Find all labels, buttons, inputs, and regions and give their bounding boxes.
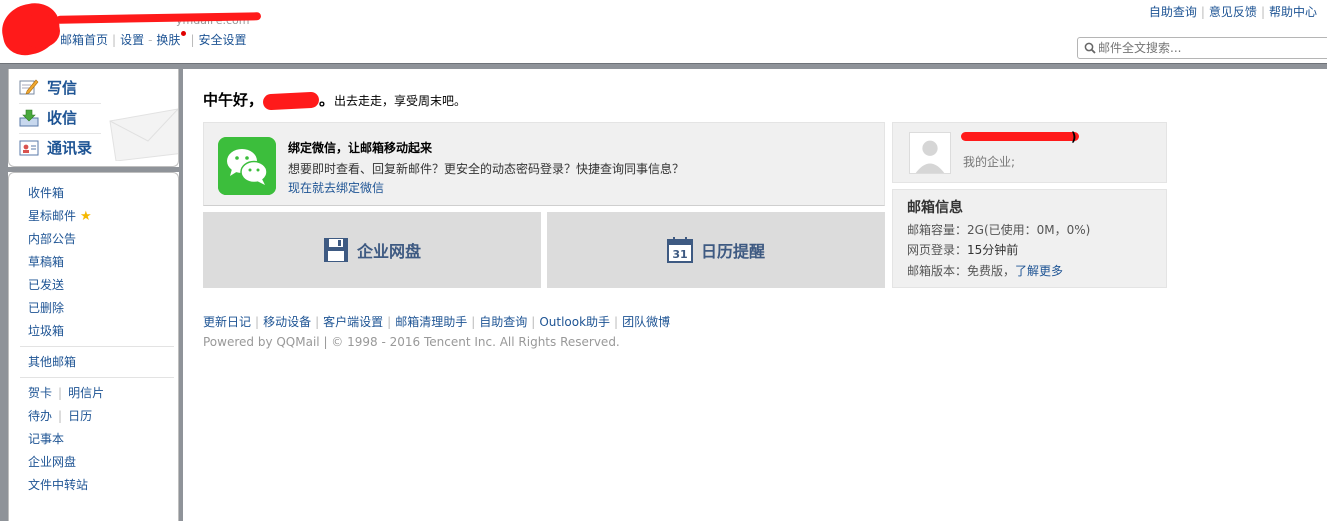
- link-help-center[interactable]: 帮助中心: [1269, 5, 1317, 19]
- side-frame-left: [0, 69, 8, 521]
- sidebar-primary: 写信 收信 通讯录: [8, 69, 179, 167]
- tools-row-cards: 贺卡 | 明信片: [28, 386, 105, 400]
- tool-notepad[interactable]: 记事本: [28, 431, 173, 454]
- footer-mobile[interactable]: 移动设备: [263, 315, 311, 329]
- nav-skin[interactable]: 换肤: [156, 33, 180, 47]
- login-value: 15分钟前: [967, 243, 1019, 257]
- contacts-card-icon: [19, 140, 39, 155]
- nav-settings[interactable]: 设置: [120, 33, 144, 47]
- footer-client-settings[interactable]: 客户端设置: [323, 315, 383, 329]
- compose-label: 写信: [47, 78, 78, 97]
- contacts-button[interactable]: 通讯录: [19, 133, 101, 161]
- pencil-icon: [19, 79, 39, 95]
- folder-drafts[interactable]: 草稿箱: [28, 254, 173, 277]
- folder-other-mailboxes[interactable]: 其他邮箱: [28, 354, 173, 377]
- tool-netdisk[interactable]: 企业网盘: [28, 454, 173, 477]
- tool-greeting-card[interactable]: 贺卡: [28, 386, 52, 400]
- search-box[interactable]: [1077, 37, 1327, 59]
- greeting: 中午好， 。出去走走，享受周末吧。: [203, 91, 467, 110]
- link-feedback[interactable]: 意见反馈: [1209, 5, 1257, 19]
- inbox-download-icon: [19, 109, 39, 126]
- side-frame-right: [179, 69, 183, 521]
- tool-todo[interactable]: 待办: [28, 409, 52, 423]
- search-input[interactable]: [1098, 39, 1326, 57]
- redacted-logo-fill: [20, 14, 60, 48]
- netdisk-tile-label: 企业网盘: [356, 242, 421, 261]
- top-nav: 邮箱首页 | 设置 - 换肤 | 安全设置: [60, 31, 247, 47]
- avatar[interactable]: [909, 132, 951, 174]
- capacity-value: 2G(已使用：0M，0%): [967, 223, 1091, 237]
- wechat-bind-card: 绑定微信，让邮箱移动起来 想要即时查看、回复新邮件？更安全的动态密码登录？快捷查…: [203, 122, 885, 206]
- receive-button[interactable]: 收信: [19, 103, 101, 131]
- web-login: 网页登录：15分钟前: [907, 243, 1019, 257]
- calendar-day: 31: [672, 248, 687, 261]
- nav-security[interactable]: 安全设置: [198, 33, 246, 47]
- wechat-icon: [218, 137, 276, 195]
- folder-deleted[interactable]: 已删除: [28, 300, 173, 323]
- learn-more-link[interactable]: 了解更多: [1015, 264, 1063, 278]
- tool-postcard[interactable]: 明信片: [68, 386, 104, 400]
- footer-changelog[interactable]: 更新日记: [203, 315, 251, 329]
- search-icon: [1084, 42, 1096, 54]
- footer-links: 更新日记 | 移动设备 | 客户端设置 | 邮箱清理助手 | 自助查询 | Outlook助手 | 团队…: [203, 315, 671, 329]
- compose-button[interactable]: 写信: [19, 73, 101, 101]
- greeting-sub: 出去走走，享受周末吧。: [334, 94, 467, 108]
- folder-spam[interactable]: 垃圾箱: [28, 323, 173, 346]
- profile-card: ) 我的企业;: [892, 122, 1167, 183]
- calendar-tile-label: 日历提醒: [700, 242, 765, 261]
- copyright: Powered by QQMail | © 1998 - 2016 Tencen…: [203, 335, 620, 349]
- floppy-disk-icon: [323, 238, 348, 262]
- contacts-label: 通讯录: [47, 139, 93, 157]
- wechat-description: 想要即时查看、回复新邮件？更安全的动态密码登录？快捷查询同事信息？: [288, 162, 685, 176]
- footer-outlook-assistant[interactable]: Outlook助手: [539, 315, 610, 329]
- link-self-service[interactable]: 自助查询: [1149, 5, 1197, 19]
- mailbox-version: 邮箱版本：免费版，了解更多: [907, 264, 1064, 278]
- wechat-title: 绑定微信，让邮箱移动起来: [288, 141, 433, 155]
- tools-row-todo: 待办 | 日历: [28, 409, 93, 423]
- tool-file-transfer[interactable]: 文件中转站: [28, 477, 173, 500]
- footer-self-service[interactable]: 自助查询: [479, 315, 527, 329]
- calendar-icon: 31: [666, 237, 693, 263]
- profile-name-tail: ): [1071, 130, 1077, 144]
- receive-label: 收信: [47, 109, 78, 127]
- profile-name-redaction: [961, 132, 1079, 141]
- folder-list: 收件箱 星标邮件 ★ 内部公告 草稿箱 已发送 已删除 垃圾箱 其他邮箱 贺卡 | 明…: [20, 185, 174, 500]
- version-value: 免费版，: [967, 264, 1016, 278]
- help-links: 自助查询 | 意见反馈 | 帮助中心: [1148, 5, 1317, 19]
- folder-inbox[interactable]: 收件箱: [28, 185, 173, 208]
- envelope-decoration-icon: [109, 108, 178, 161]
- sidebar-folders: 收件箱 星标邮件 ★ 内部公告 草稿箱 已发送 已删除 垃圾箱 其他邮箱 贺卡 | 明…: [8, 172, 179, 521]
- folder-starred[interactable]: 星标邮件 ★: [28, 208, 173, 231]
- folder-announcements[interactable]: 内部公告: [28, 231, 173, 254]
- logo-area: ymdaiFe.com: [0, 0, 270, 60]
- nav-mail-home[interactable]: 邮箱首页: [60, 33, 108, 47]
- folder-divider: [20, 346, 174, 347]
- top-frame-bar: [0, 63, 1327, 69]
- folder-divider: [20, 377, 174, 378]
- calendar-tile[interactable]: 31 日历提醒: [547, 212, 885, 288]
- star-icon: ★: [80, 209, 92, 224]
- footer-team-weibo[interactable]: 团队微博: [622, 315, 670, 329]
- bind-wechat-link[interactable]: 现在就去绑定微信: [288, 179, 384, 196]
- mailbox-capacity: 邮箱容量：2G(已使用：0M，0%): [907, 223, 1091, 237]
- username-redaction: [262, 91, 320, 110]
- profile-organization: 我的企业;: [963, 155, 1016, 169]
- tool-calendar[interactable]: 日历: [68, 409, 92, 423]
- folder-sent[interactable]: 已发送: [28, 277, 173, 300]
- new-dot-icon: [181, 31, 187, 36]
- mailbox-info-title: 邮箱信息: [907, 200, 963, 216]
- mailbox-info-card: 邮箱信息 邮箱容量：2G(已使用：0M，0%) 网页登录：15分钟前 邮箱版本：…: [892, 189, 1167, 288]
- footer-cleanup-assistant[interactable]: 邮箱清理助手: [395, 315, 467, 329]
- netdisk-tile[interactable]: 企业网盘: [203, 212, 541, 288]
